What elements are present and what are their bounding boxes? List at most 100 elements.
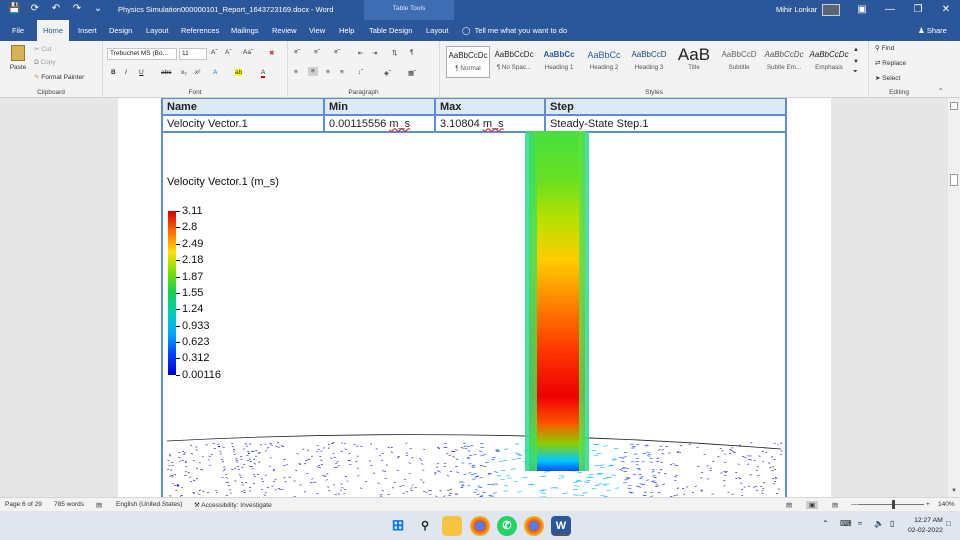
font-color-icon[interactable]: A (261, 69, 266, 78)
find-button[interactable]: ⚲ Find (875, 44, 894, 52)
copy-button[interactable]: ⧉ Copy (34, 59, 56, 67)
styles-scroll-up-icon[interactable]: ▲ (853, 47, 859, 53)
bullets-icon[interactable]: ≡ˇ (294, 49, 300, 56)
zoom-in-icon[interactable]: + (926, 501, 930, 508)
scroll-thumb[interactable] (950, 174, 958, 186)
borders-icon[interactable]: ▦ˇ (408, 69, 416, 77)
style-title[interactable]: AaB Title (672, 46, 716, 78)
numbering-icon[interactable]: ≡ˇ (314, 49, 320, 56)
tab-references[interactable]: References (175, 20, 225, 41)
scroll-up-icon[interactable] (950, 102, 958, 110)
restore-icon[interactable]: ❐ (904, 0, 932, 20)
replace-button[interactable]: ⇄ Replace (875, 59, 906, 67)
style-no-spacing[interactable]: AaBbCcDc ¶ No Spac... (492, 46, 536, 78)
subscript-icon[interactable]: x₂ (181, 69, 187, 76)
style-heading-3[interactable]: AaBbCcD Heading 3 (627, 46, 671, 78)
tab-mailings[interactable]: Mailings (225, 20, 265, 41)
word-count[interactable]: 785 words (54, 501, 84, 508)
tell-me-search[interactable]: ◯ Tell me what you want to do (462, 20, 567, 41)
customize-qat-icon[interactable]: ⌄ (92, 3, 104, 15)
style-normal[interactable]: AaBbCcDc ¶ Normal (446, 46, 490, 78)
chrome-icon[interactable] (470, 516, 490, 536)
tab-file[interactable]: File (6, 20, 30, 41)
save-icon[interactable]: 💾 (8, 3, 20, 15)
format-painter-button[interactable]: ✎ Format Painter (34, 73, 84, 81)
header-step[interactable]: Step (544, 98, 787, 116)
text-effects-icon[interactable]: A (213, 69, 217, 76)
styles-scroll-down-icon[interactable]: ▼ (853, 59, 859, 65)
collapse-ribbon-icon[interactable]: ⌃ (938, 87, 943, 95)
font-size-select[interactable]: 11 (179, 48, 207, 60)
tab-table-layout[interactable]: Layout (420, 20, 455, 41)
zoom-slider-thumb[interactable] (892, 500, 895, 509)
align-right-icon[interactable]: ≡ (326, 69, 330, 76)
autosave-icon[interactable]: ⟳ (29, 3, 41, 15)
header-max[interactable]: Max (434, 98, 546, 116)
justify-icon[interactable]: ≡ (340, 69, 344, 76)
web-layout-icon[interactable]: ▤ (832, 501, 838, 509)
tab-insert[interactable]: Insert (72, 20, 103, 41)
header-name[interactable]: Name (161, 98, 325, 116)
word-icon[interactable]: W (551, 516, 571, 536)
tab-home[interactable]: Home (37, 20, 70, 41)
tab-help[interactable]: Help (333, 20, 360, 41)
zoom-level[interactable]: 140% (938, 501, 955, 508)
battery-icon[interactable]: ▯ (890, 519, 894, 528)
align-center-icon[interactable]: ≡ (308, 67, 318, 76)
close-icon[interactable]: ✕ (932, 0, 960, 20)
grow-font-icon[interactable]: Aˆ (211, 49, 218, 56)
tab-review[interactable]: Review (266, 20, 303, 41)
italic-icon[interactable]: I (125, 69, 127, 76)
zoom-slider[interactable] (858, 504, 924, 505)
redo-icon[interactable]: ↷ (71, 3, 83, 15)
highlight-icon[interactable]: ab (235, 69, 243, 76)
cell-max[interactable]: 3.10804 m_s (434, 114, 546, 133)
tab-design[interactable]: Design (103, 20, 138, 41)
ribbon-display-options-icon[interactable]: ▣ (848, 0, 876, 20)
font-family-select[interactable]: Trebuchet MS (Bo… (107, 48, 177, 60)
clear-formatting-icon[interactable]: ✖ (269, 49, 274, 57)
shrink-font-icon[interactable]: Aˇ (225, 49, 232, 56)
style-subtitle[interactable]: AaBbCcD Subtitle (717, 46, 761, 78)
document-page[interactable]: Name Min Max Step Velocity Vector.1 0.00… (118, 98, 831, 497)
zoom-out-icon[interactable]: — (851, 501, 858, 508)
scroll-down-icon[interactable]: ▼ (950, 487, 958, 495)
wifi-icon[interactable]: ≈ (858, 519, 862, 528)
windows-start-icon[interactable]: ⊞ (388, 516, 408, 536)
avatar[interactable] (822, 4, 840, 16)
share-button[interactable]: ♟ Share (918, 20, 947, 41)
proofing-icon[interactable]: ▤ (96, 501, 102, 509)
select-button[interactable]: ➤ Select (875, 74, 900, 82)
minimize-icon[interactable]: — (876, 0, 904, 20)
header-min[interactable]: Min (323, 98, 436, 116)
notifications-icon[interactable]: □ (946, 519, 951, 528)
line-spacing-icon[interactable]: ↕ˇ (358, 69, 363, 76)
tab-view[interactable]: View (303, 20, 331, 41)
user-name[interactable]: Mihir Lonkar (776, 5, 817, 14)
style-heading-1[interactable]: AaBbCc Heading 1 (537, 46, 581, 78)
page-count[interactable]: Page 6 of 29 (5, 501, 42, 508)
cell-name[interactable]: Velocity Vector.1 (161, 114, 325, 133)
shading-icon[interactable]: ◈ˇ (384, 69, 391, 77)
accessibility-status[interactable]: ⚒ Accessibility: Investigate (194, 501, 272, 509)
superscript-icon[interactable]: x² (195, 69, 200, 76)
language[interactable]: English (United States) (116, 501, 182, 508)
underline-icon[interactable]: U (139, 69, 144, 76)
volume-icon[interactable]: 🔈 (874, 519, 884, 528)
chrome-profile-icon[interactable] (524, 516, 544, 536)
cut-button[interactable]: ✂ Cut (34, 45, 51, 53)
tab-layout[interactable]: Layout (140, 20, 175, 41)
show-hidden-icons-icon[interactable]: ⌃ (822, 519, 829, 528)
strikethrough-icon[interactable]: abc (161, 69, 171, 76)
styles-more-icon[interactable]: ⏷ (853, 69, 858, 76)
change-case-icon[interactable]: Aaˇ (243, 49, 253, 56)
search-icon[interactable]: ⚲ (415, 516, 435, 536)
print-layout-icon[interactable]: ▣ (806, 501, 819, 509)
bold-icon[interactable]: B (111, 69, 116, 76)
cell-min[interactable]: 0.00115556 m_s (323, 114, 436, 133)
vertical-scrollbar[interactable]: ▼ (948, 98, 960, 497)
align-left-icon[interactable]: ≡ (294, 69, 298, 76)
keyboard-icon[interactable]: ⌨ (840, 519, 852, 528)
style-subtle-emphasis[interactable]: AaBbCcDc Subtle Em... (762, 46, 806, 78)
show-formatting-marks-icon[interactable]: ¶ (410, 49, 414, 56)
